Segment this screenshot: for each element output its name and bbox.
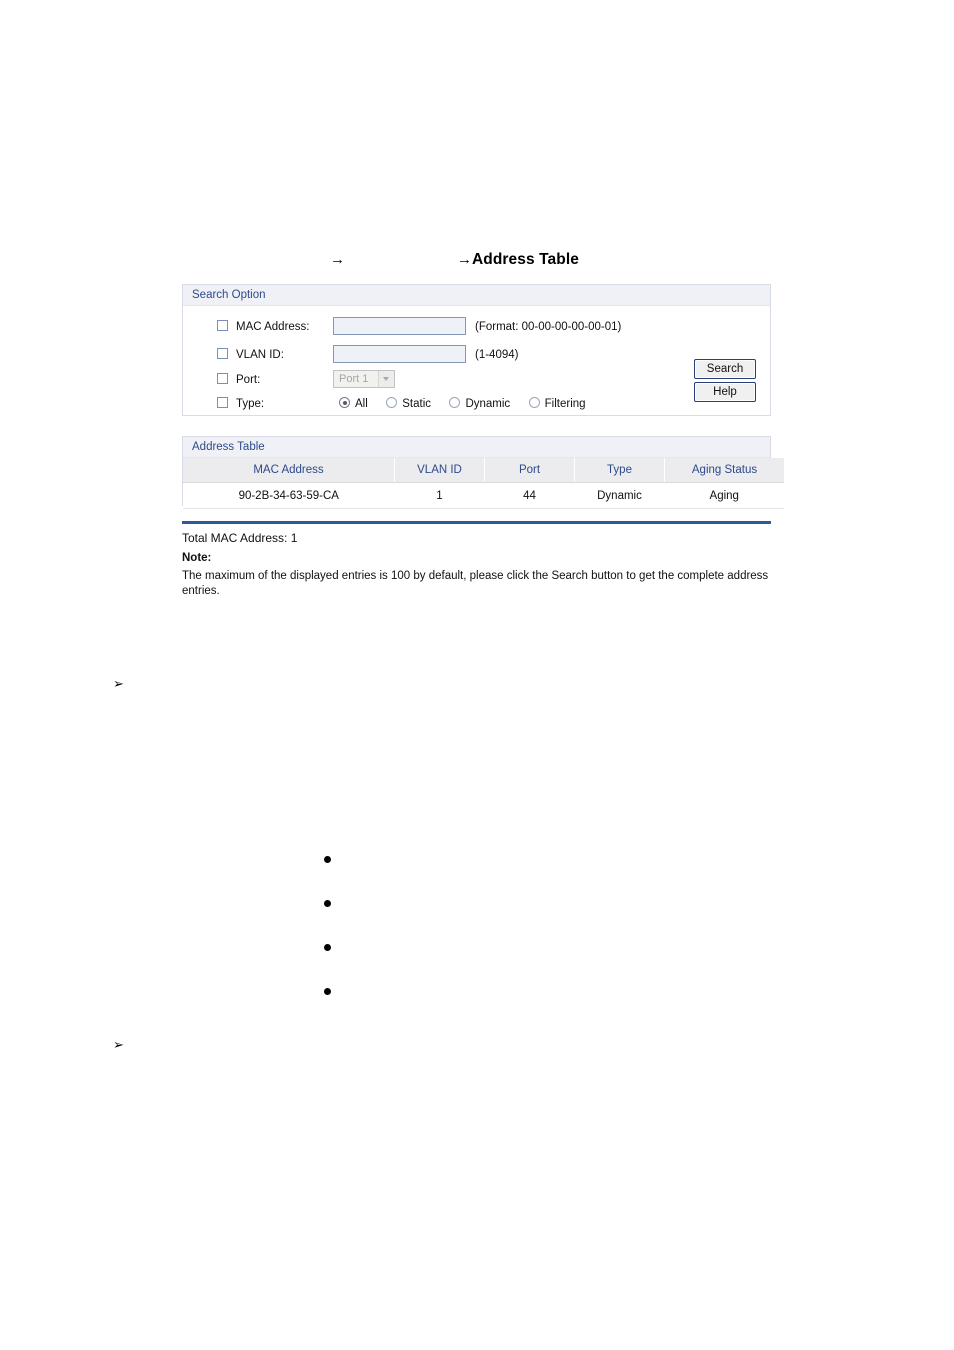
address-table-panel: Address Table MAC Address VLAN ID Port T…	[182, 436, 784, 509]
vlan-id-input[interactable]	[333, 345, 466, 363]
cell-mac-address: 90-2B-34-63-59-CA	[183, 482, 395, 509]
type-row: Type: All Static Dynamic Filtering	[183, 392, 770, 416]
port-checkbox[interactable]	[217, 373, 228, 384]
help-button[interactable]: Help	[694, 382, 756, 402]
cell-port: 44	[484, 482, 575, 509]
title-arrow-second-icon: →	[457, 251, 472, 268]
bullet-marker-icon	[324, 856, 331, 863]
radio-dot-icon	[386, 397, 398, 408]
type-checkbox[interactable]	[217, 397, 228, 408]
section-arrow-marker-icon: ➢	[113, 1038, 124, 1053]
mac-address-checkbox[interactable]	[217, 320, 228, 331]
total-mac-address: Total MAC Address: 1	[182, 531, 298, 545]
port-select[interactable]: Port 1	[333, 370, 395, 388]
type-radio-dynamic[interactable]: Dynamic	[449, 392, 510, 416]
type-radio-group: All Static Dynamic Filtering	[339, 392, 600, 416]
radio-dot-icon	[339, 397, 350, 408]
note-label: Note:	[182, 552, 212, 564]
mac-address-label: MAC Address:	[236, 321, 310, 333]
type-radio-all[interactable]: All	[339, 392, 368, 416]
type-radio-filtering-label: Filtering	[544, 398, 586, 410]
type-radio-dynamic-label: Dynamic	[465, 398, 511, 410]
vlan-id-range-hint: (1-4094)	[475, 349, 519, 361]
bullet-marker-icon	[324, 900, 331, 907]
radio-dot-icon	[528, 397, 540, 408]
table-header-row: MAC Address VLAN ID Port Type Aging Stat…	[183, 458, 784, 483]
cell-aging-status: Aging	[664, 482, 784, 509]
page-title-text: Address Table	[472, 251, 579, 268]
column-header-mac-address[interactable]: MAC Address	[183, 458, 395, 483]
section-arrow-marker-icon: ➢	[113, 677, 124, 692]
page-title: → → Address Table	[182, 248, 772, 272]
type-radio-static[interactable]: Static	[386, 392, 431, 416]
address-table-panel-title: Address Table	[183, 437, 770, 458]
search-option-panel-title: Search Option	[183, 285, 770, 306]
type-label: Type:	[236, 398, 265, 410]
search-option-form: MAC Address: (Format: 00-00-00-00-00-01)…	[183, 306, 770, 416]
port-row: Port: Port 1	[183, 368, 770, 392]
section-divider	[182, 521, 771, 524]
title-arrow-first-icon: →	[330, 251, 345, 268]
vlan-id-checkbox[interactable]	[217, 348, 228, 359]
type-radio-static-label: Static	[402, 398, 431, 410]
cell-type: Dynamic	[574, 482, 665, 509]
type-radio-filtering[interactable]: Filtering	[528, 392, 586, 416]
address-table: MAC Address VLAN ID Port Type Aging Stat…	[183, 458, 784, 509]
column-header-aging-status[interactable]: Aging Status	[664, 458, 784, 483]
mac-address-format-hint: (Format: 00-00-00-00-00-01)	[475, 321, 622, 333]
table-row[interactable]: 90-2B-34-63-59-CA 1 44 Dynamic Aging	[183, 482, 784, 509]
vlan-id-label: VLAN ID:	[236, 349, 284, 361]
search-option-panel: Search Option MAC Address: (Format: 00-0…	[182, 284, 771, 416]
radio-dot-icon	[449, 397, 461, 408]
bullet-marker-icon	[324, 944, 331, 951]
mac-address-row: MAC Address: (Format: 00-00-00-00-00-01)	[183, 315, 770, 339]
port-label: Port:	[236, 374, 261, 386]
chevron-down-icon	[378, 371, 394, 387]
bullet-marker-icon	[324, 988, 331, 995]
mac-address-input[interactable]	[333, 317, 466, 335]
column-header-type[interactable]: Type	[574, 458, 665, 483]
port-select-value: Port 1	[339, 373, 369, 385]
search-button[interactable]: Search	[694, 359, 756, 379]
cell-vlan-id: 1	[394, 482, 485, 509]
note-body: The maximum of the displayed entries is …	[182, 570, 769, 597]
column-header-port[interactable]: Port	[484, 458, 575, 483]
type-radio-all-label: All	[355, 398, 368, 410]
column-header-vlan-id[interactable]: VLAN ID	[394, 458, 485, 483]
vlan-id-row: VLAN ID: (1-4094)	[183, 343, 770, 367]
